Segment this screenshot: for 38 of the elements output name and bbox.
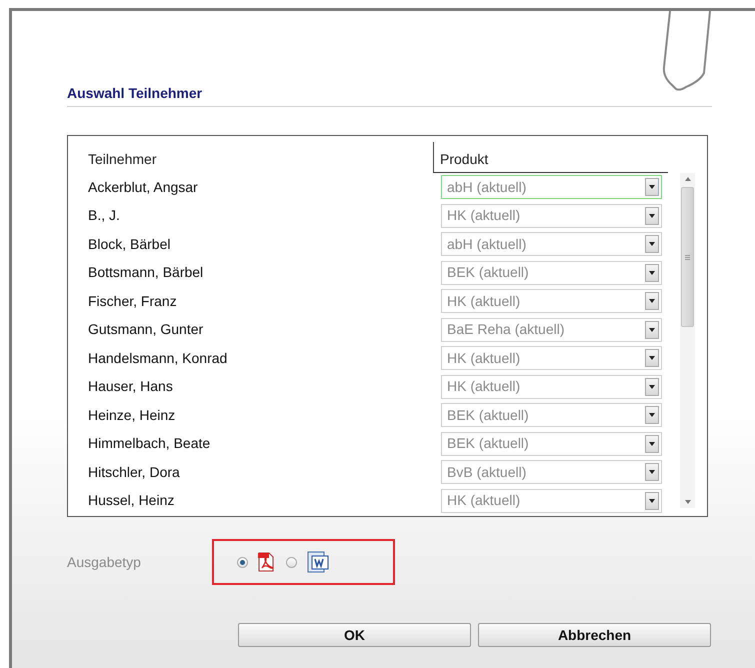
radio-button[interactable] <box>237 556 248 568</box>
dialog-button[interactable]: OK <box>238 623 471 647</box>
column-header: Teilnehmer <box>87 150 158 169</box>
product-select[interactable]: HK (aktuell) <box>441 488 662 513</box>
participant-name: Heinze, Heinz <box>87 406 176 425</box>
participant-name: Fischer, Franz <box>87 292 178 311</box>
product-select[interactable]: abH (aktuell) <box>441 232 662 256</box>
participant-name: Himmelbach, Beate <box>87 434 212 454</box>
participant-name: Bottsmann, Bärbel <box>87 263 204 282</box>
scrollbar-thumb[interactable] <box>681 187 694 327</box>
product-select[interactable]: BaE Reha (aktuell) <box>441 318 662 342</box>
participant-name: Ackerblut, Angsar <box>87 178 199 197</box>
dialog-button[interactable]: Abbrechen <box>478 623 711 647</box>
product-select[interactable]: HK (aktuell) <box>441 374 662 399</box>
scroll-up-arrow-icon[interactable] <box>684 177 690 181</box>
participant-name: Gutsmann, Gunter <box>87 320 204 340</box>
product-select[interactable]: BEK (aktuell) <box>441 432 662 456</box>
participant-name: Hauser, Hans <box>87 377 174 396</box>
output-type-label: Ausgabetyp <box>67 552 142 572</box>
product-select[interactable]: BEK (aktuell) <box>441 403 662 428</box>
scroll-down-arrow-icon[interactable] <box>684 500 690 504</box>
participant-name: B., J. <box>87 206 121 226</box>
product-select[interactable]: HK (aktuell) <box>441 204 662 228</box>
word-document-icon <box>307 551 329 573</box>
product-select[interactable]: abH (aktuell) <box>441 175 662 200</box>
product-select[interactable]: HK (aktuell) <box>441 346 662 370</box>
product-select[interactable]: BEK (aktuell) <box>441 260 662 285</box>
section-heading: Auswahl Teilnehmer <box>67 84 204 103</box>
scrollbar[interactable] <box>680 173 695 508</box>
participant-name: Handelsmann, Konrad <box>87 348 228 368</box>
participant-name: Block, Bärbel <box>87 234 172 254</box>
product-select[interactable]: BvB (aktuell) <box>441 460 662 484</box>
product-select[interactable]: HK (aktuell) <box>441 289 662 314</box>
pdf-file-icon <box>258 552 274 572</box>
participant-name: Hussel, Heinz <box>87 491 176 510</box>
participant-name: Hitschler, Dora <box>87 462 181 482</box>
radio-button[interactable] <box>286 556 297 568</box>
column-header: Produkt <box>433 142 668 173</box>
